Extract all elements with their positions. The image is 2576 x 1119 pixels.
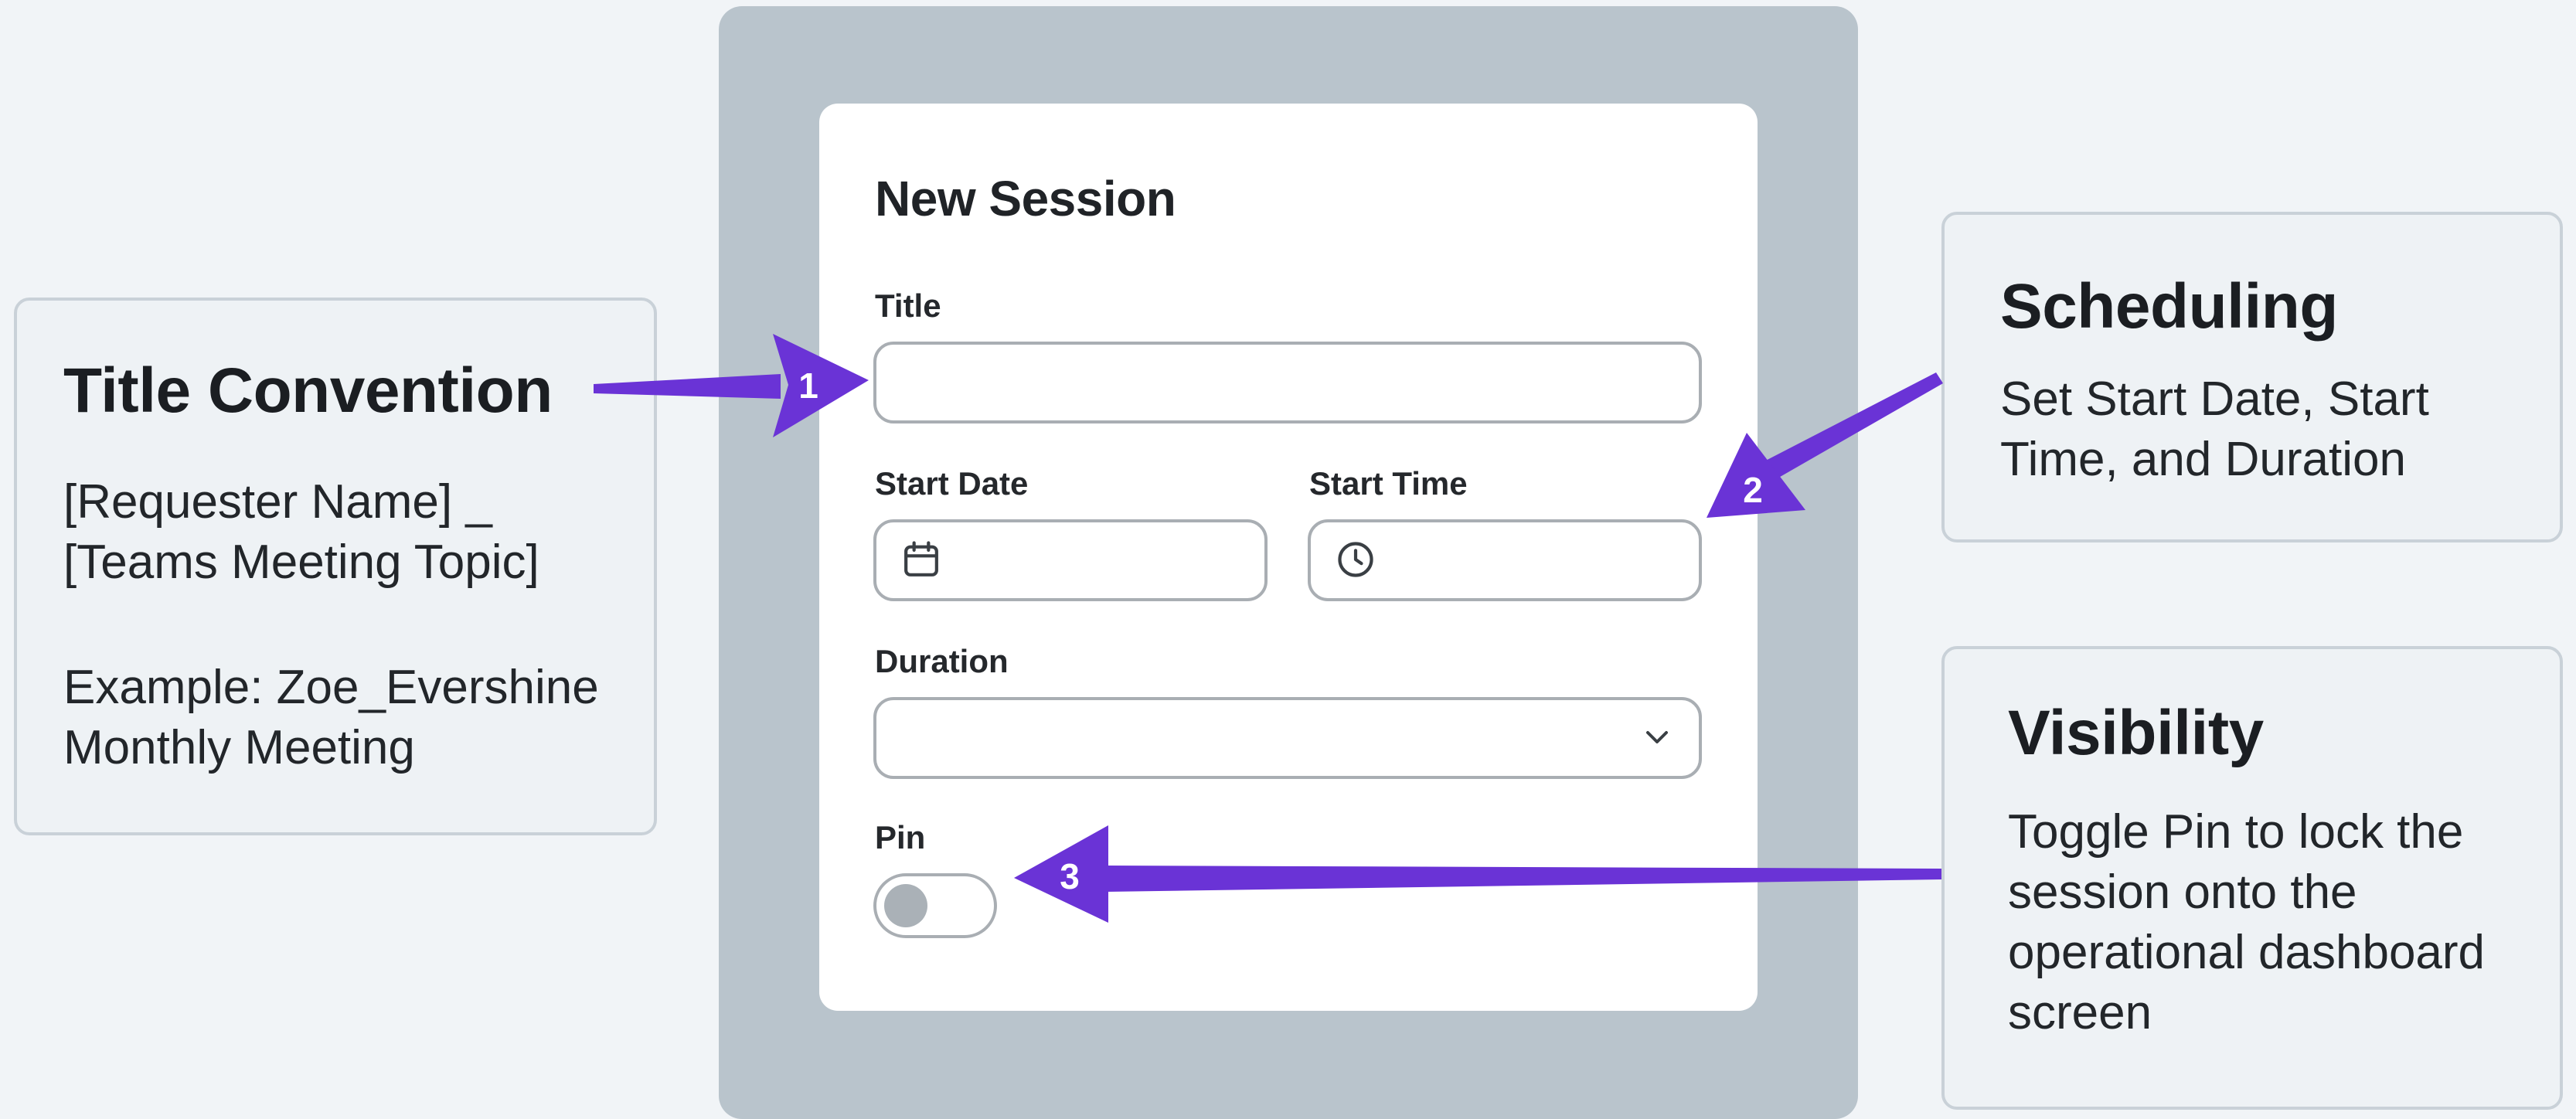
arrow-2: 2	[1707, 372, 1943, 518]
marker-1: 1	[798, 366, 818, 406]
arrow-1: 1	[594, 334, 869, 437]
annotation-arrows: 1 2 3	[594, 334, 1943, 923]
marker-3: 3	[1060, 856, 1080, 896]
arrow-3: 3	[1014, 825, 1941, 923]
marker-2: 2	[1743, 470, 1763, 510]
